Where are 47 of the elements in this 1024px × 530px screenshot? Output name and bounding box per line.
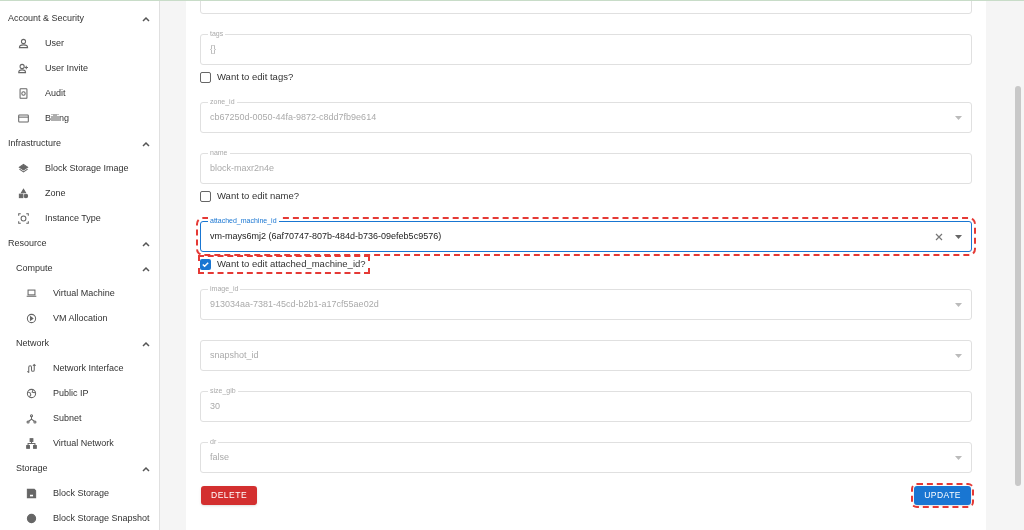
- nav-item[interactable]: Instance Type: [0, 206, 159, 231]
- layers-icon: [18, 163, 29, 174]
- person-plus-icon: [18, 63, 29, 74]
- nav-item[interactable]: Audit: [0, 81, 159, 106]
- section-header[interactable]: Storage: [16, 461, 48, 476]
- play-circle-icon: [26, 313, 37, 324]
- circle-icon: [26, 513, 37, 524]
- nav-item[interactable]: Block Storage Image: [0, 156, 159, 181]
- card-icon: [18, 113, 29, 124]
- nav-item[interactable]: User Invite: [0, 56, 159, 81]
- nodes-icon: [26, 413, 37, 424]
- floppy-icon: [26, 488, 37, 499]
- checkbox[interactable]: [200, 259, 211, 270]
- nav-item[interactable]: Block Storage: [0, 481, 159, 506]
- checkbox-label[interactable]: Want to edit tags?: [200, 70, 296, 85]
- nav-item[interactable]: Subnet: [0, 406, 159, 431]
- checkbox-label[interactable]: Want to edit name?: [200, 189, 302, 204]
- checkbox[interactable]: [200, 191, 211, 202]
- person-icon: [18, 38, 29, 49]
- nav-item[interactable]: Block Storage Snapshot: [0, 506, 159, 530]
- nav-item[interactable]: Zone: [0, 181, 159, 206]
- section-header[interactable]: Compute: [16, 261, 53, 276]
- nav-item[interactable]: VM Allocation: [0, 306, 159, 331]
- shapes-icon: [18, 188, 29, 199]
- nav-item[interactable]: Billing: [0, 106, 159, 131]
- clear-icon[interactable]: [935, 232, 943, 241]
- nav-item[interactable]: User: [0, 31, 159, 56]
- update-button[interactable]: UPDATE: [914, 486, 971, 505]
- target-icon: [18, 213, 29, 224]
- section-header[interactable]: Account & Security: [8, 11, 85, 26]
- delete-button[interactable]: DELETE: [201, 486, 258, 505]
- nav-item[interactable]: Public IP: [0, 381, 159, 406]
- checkbox-label[interactable]: Want to edit attached_machine_id?: [200, 257, 368, 272]
- section-header[interactable]: Resource: [8, 236, 47, 251]
- nav-item[interactable]: Network Interface: [0, 356, 159, 381]
- scrollbar[interactable]: [1015, 86, 1021, 486]
- laptop-icon: [26, 288, 37, 299]
- section-header[interactable]: Network: [16, 336, 49, 351]
- nav-item[interactable]: Virtual Network: [0, 431, 159, 456]
- cable-icon: [26, 363, 37, 374]
- hierarchy-icon: [26, 438, 37, 449]
- globe-icon: [26, 388, 37, 399]
- dropdown-caret-icon[interactable]: [955, 234, 962, 239]
- section-header[interactable]: Infrastructure: [8, 136, 62, 151]
- checkbox[interactable]: [200, 72, 211, 83]
- nav-item[interactable]: Virtual Machine: [0, 281, 159, 306]
- document-search-icon: [18, 88, 29, 99]
